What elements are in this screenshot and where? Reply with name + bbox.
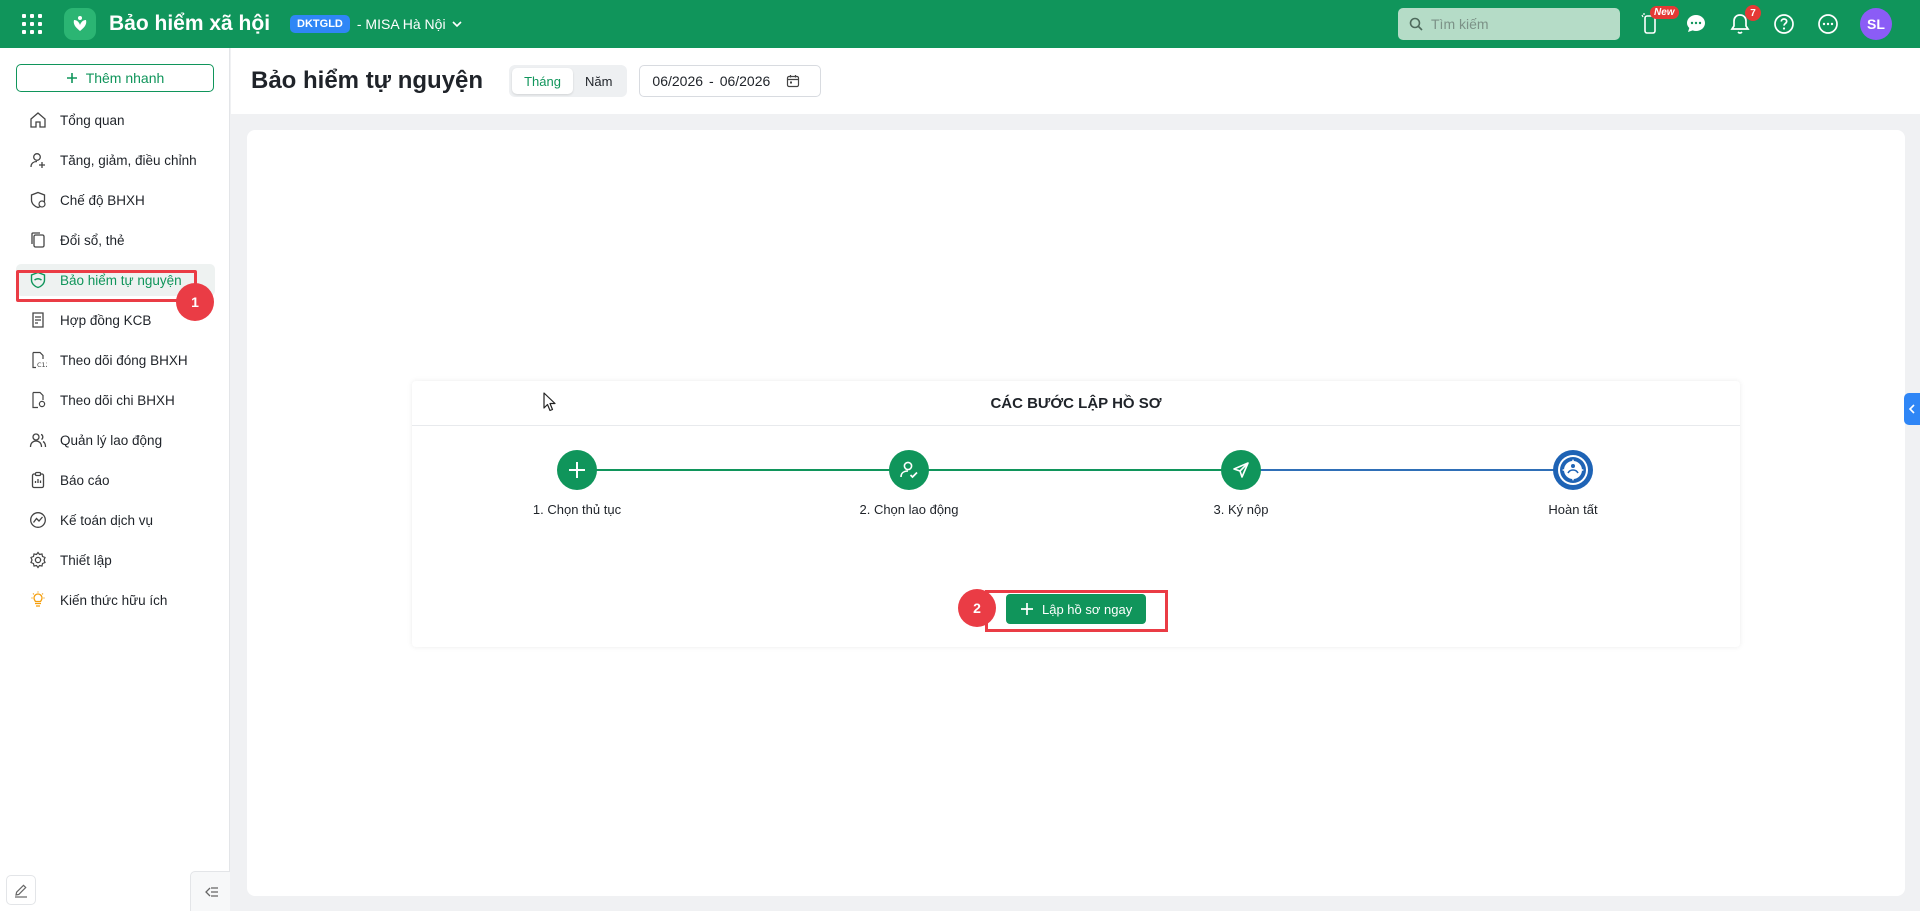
sidebar-item-label: Chế độ BHXH — [60, 192, 145, 208]
new-badge: New — [1650, 6, 1679, 19]
step-1: 1. Chọn thủ tục — [477, 450, 677, 517]
step-marker-1: 1 — [176, 283, 214, 321]
shield-heart-icon — [28, 190, 48, 210]
help-icon[interactable] — [1772, 12, 1796, 36]
sidebar-item-payment-tracking[interactable]: C12 Theo dõi đóng BHXH — [16, 344, 215, 376]
plus-icon — [66, 73, 77, 83]
app-logo — [64, 8, 96, 40]
sidebar-item-label: Bảo hiểm tự nguyện — [60, 272, 182, 288]
sidebar-item-card-exchange[interactable]: Đổi sổ, thẻ — [16, 224, 215, 256]
steps-card: CÁC BƯỚC LẬP HỒ SƠ 1. Chọn thủ tục 2. Ch… — [412, 381, 1740, 647]
sidebar-item-knowledge[interactable]: Kiến thức hữu ích — [16, 584, 215, 616]
more-icon[interactable] — [1816, 12, 1840, 36]
step-label: 2. Chọn lao động — [859, 502, 959, 517]
user-check-icon — [889, 450, 929, 490]
contract-icon — [28, 310, 48, 330]
shield-check-icon — [28, 270, 48, 290]
step-label: 3. Ký nộp — [1213, 502, 1269, 517]
page-title: Bảo hiểm tự nguyện — [251, 67, 484, 94]
sidebar-item-label: Tăng, giảm, điều chỉnh — [60, 152, 197, 168]
step-3: 3. Ký nộp — [1141, 450, 1341, 517]
top-bar: Bảo hiểm xã hội DKTGLD - MISA Hà Nội — [0, 0, 1920, 48]
app-title: Bảo hiểm xã hội — [109, 12, 271, 35]
create-dossier-button[interactable]: Lập hồ sơ ngay — [1006, 594, 1147, 624]
app-grid-icon[interactable] — [22, 14, 42, 34]
sidebar-item-label: Đổi sổ, thẻ — [60, 232, 125, 248]
page-header: Bảo hiểm tự nguyện Tháng Năm 06/2026 - 0… — [231, 48, 1920, 114]
step-label: 1. Chọn thủ tục — [532, 502, 622, 517]
sidebar: Thêm nhanh Tổng quan Tăng, giảm, điều ch… — [0, 48, 230, 911]
clipboard-icon — [28, 470, 48, 490]
step-label: Hoàn tất — [1548, 502, 1598, 517]
sidebar-item-adjustments[interactable]: Tăng, giảm, điều chỉnh — [16, 144, 215, 176]
chevron-down-icon — [452, 21, 462, 28]
copy-icon — [28, 230, 48, 250]
tenant-name: - MISA Hà Nội — [356, 16, 446, 32]
users-icon — [28, 430, 48, 450]
date-from: 06/2026 — [652, 73, 704, 89]
home-icon — [28, 110, 48, 130]
mouse-cursor-icon — [543, 392, 556, 412]
expand-panel-tab[interactable] — [1904, 393, 1920, 425]
avatar[interactable]: SL — [1860, 8, 1892, 40]
date-separator: - — [709, 73, 714, 89]
step-4: Hoàn tất — [1473, 450, 1673, 517]
plus-icon — [557, 450, 597, 490]
idea-icon — [28, 590, 48, 610]
date-to: 06/2026 — [719, 73, 771, 89]
sidebar-item-label: Báo cáo — [60, 472, 110, 488]
tenant-switcher[interactable]: - MISA Hà Nội — [357, 16, 462, 32]
quick-add-label: Thêm nhanh — [85, 70, 165, 86]
sidebar-item-label: Theo dõi chi BHXH — [60, 392, 175, 408]
chat-icon[interactable] — [1684, 12, 1708, 36]
plus-icon — [1021, 603, 1033, 615]
sidebar-item-labor-management[interactable]: Quản lý lao động — [16, 424, 215, 456]
sidebar-item-service-accounting[interactable]: Kế toán dịch vụ — [16, 504, 215, 536]
user-plus-icon — [28, 150, 48, 170]
c12-icon: C12 — [28, 350, 48, 370]
svg-text:C12: C12 — [37, 361, 47, 369]
edit-icon[interactable] — [6, 875, 36, 905]
doc-settings-icon — [28, 390, 48, 410]
content-panel: CÁC BƯỚC LẬP HỒ SƠ 1. Chọn thủ tục 2. Ch… — [247, 130, 1905, 896]
sidebar-item-label: Kiến thức hữu ích — [60, 592, 168, 608]
sidebar-item-label: Quản lý lao động — [60, 432, 163, 448]
sidebar-item-expense-tracking[interactable]: Theo dõi chi BHXH — [16, 384, 215, 416]
tenant-badge[interactable]: DKTGLD — [290, 15, 350, 33]
sidebar-item-label: Tổng quan — [60, 112, 125, 128]
period-toggle: Tháng Năm — [509, 65, 628, 97]
step-2: 2. Chọn lao động — [809, 450, 1009, 517]
period-year-button[interactable]: Năm — [573, 68, 624, 94]
period-month-button[interactable]: Tháng — [512, 68, 573, 94]
sidebar-item-label: Kế toán dịch vụ — [60, 512, 154, 528]
sidebar-item-settings[interactable]: Thiết lập — [16, 544, 215, 576]
create-dossier-label: Lập hồ sơ ngay — [1042, 601, 1133, 617]
sidebar-nav: Tổng quan Tăng, giảm, điều chỉnh Chế độ … — [16, 104, 215, 624]
notification-count-badge: 7 — [1745, 5, 1761, 21]
sidebar-item-label: Thiết lập — [60, 552, 112, 568]
gear-icon — [28, 550, 48, 570]
calendar-icon — [787, 75, 800, 88]
sidebar-item-reports[interactable]: Báo cáo — [16, 464, 215, 496]
sidebar-item-label: Hợp đồng KCB — [60, 312, 152, 328]
quick-add-button[interactable]: Thêm nhanh — [16, 64, 214, 92]
chevron-left-icon — [1908, 404, 1915, 414]
search-icon — [1409, 17, 1423, 31]
send-icon — [1221, 450, 1261, 490]
sidebar-item-overview[interactable]: Tổng quan — [16, 104, 215, 136]
date-range-picker[interactable]: 06/2026 - 06/2026 — [639, 65, 822, 97]
steps-title: CÁC BƯỚC LẬP HỒ SƠ — [412, 381, 1740, 426]
search-box[interactable] — [1398, 8, 1620, 40]
collapse-sidebar-icon[interactable] — [190, 871, 230, 911]
social-insurance-logo-icon — [1553, 450, 1593, 490]
chart-circle-icon — [28, 510, 48, 530]
search-input[interactable] — [1431, 16, 1611, 32]
sidebar-item-label: Theo dõi đóng BHXH — [60, 352, 188, 368]
sidebar-item-benefits[interactable]: Chế độ BHXH — [16, 184, 215, 216]
step-marker-2: 2 — [958, 589, 996, 627]
